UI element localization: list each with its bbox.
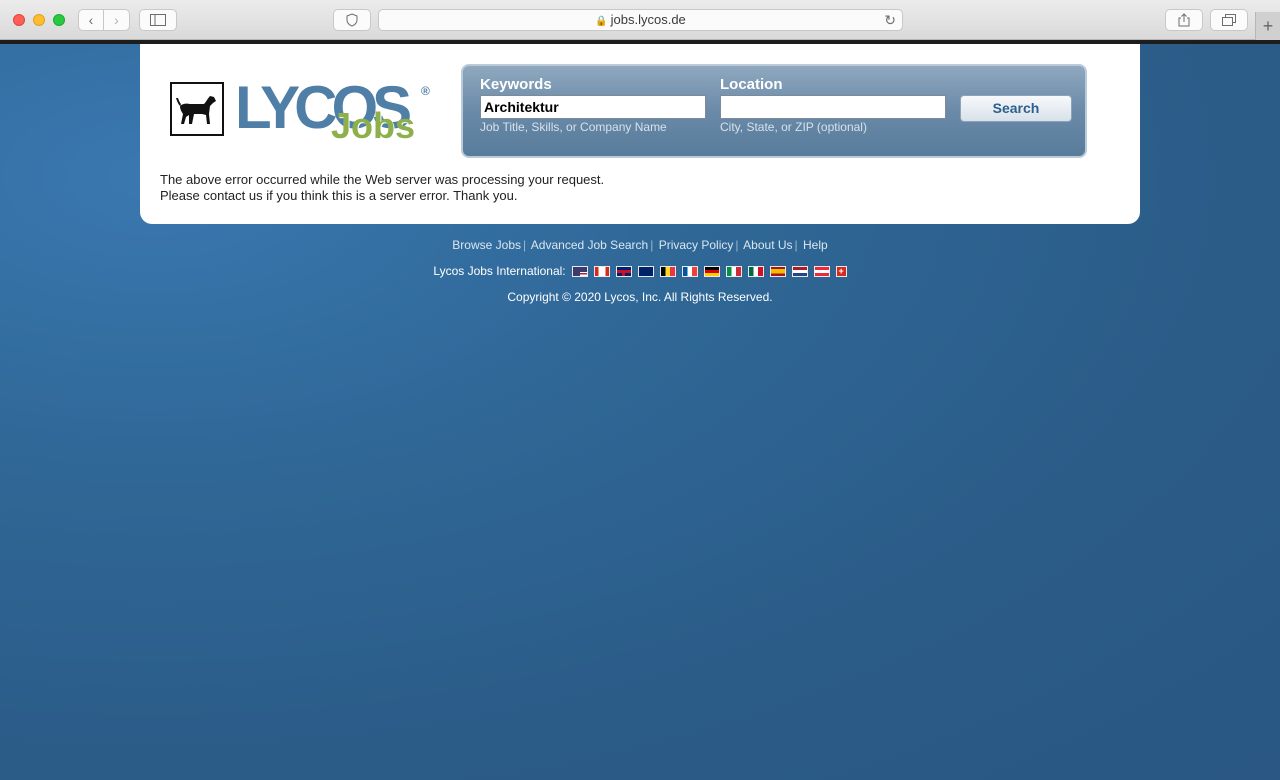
flag-mx-icon[interactable] [747,265,764,277]
footer-link-about-us[interactable]: About Us [743,238,792,252]
keywords-input[interactable] [480,95,706,119]
privacy-shield-button[interactable] [333,9,371,31]
sidebar-icon [150,14,166,26]
location-label: Location [720,76,783,93]
footer-link-advanced-search[interactable]: Advanced Job Search [531,238,648,252]
keywords-label: Keywords [480,76,552,93]
back-button[interactable]: ‹ [78,9,104,31]
flag-be-icon[interactable] [659,265,676,277]
sidebar-toggle-button[interactable] [139,9,177,31]
dog-icon [176,96,216,124]
shield-icon [346,13,358,27]
zoom-window-button[interactable] [53,14,65,26]
navigation-buttons: ‹ › [78,9,130,31]
error-line-1: The above error occurred while the Web s… [160,172,605,187]
url-text: jobs.lycos.de [610,12,686,27]
link-separator: | [523,238,527,252]
location-hint: City, State, or ZIP (optional) [720,120,867,134]
flag-ch-icon[interactable]: + [835,265,847,277]
location-input[interactable] [720,95,946,119]
copyright: Copyright © 2020 Lycos, Inc. All Rights … [507,290,773,304]
close-window-button[interactable] [13,14,25,26]
flag-ca-icon[interactable] [593,265,610,277]
tabs-icon [1222,14,1236,26]
link-separator: | [735,238,739,252]
footer-links: Browse Jobs | Advanced Job Search | Privac… [0,238,1280,252]
flag-uk-icon[interactable] [615,265,632,277]
lock-icon: 🔒 [595,16,608,27]
footer-link-help[interactable]: Help [803,238,828,252]
forward-button[interactable]: › [104,9,130,31]
footer-link-browse-jobs[interactable]: Browse Jobs [452,238,521,252]
flag-nl-icon[interactable] [791,265,808,277]
share-button[interactable] [1165,9,1203,31]
new-tab-button[interactable]: + [1255,12,1280,40]
plus-icon: + [1262,16,1274,36]
international-sites: Lycos Jobs International: + [0,264,1280,278]
registered-mark: ® [421,84,430,98]
reload-icon[interactable]: ↻ [884,10,896,30]
link-separator: | [794,238,798,252]
address-bar[interactable]: 🔒 jobs.lycos.de ↻ [378,9,903,31]
flag-es-icon[interactable] [769,265,786,277]
tabs-overview-button[interactable] [1210,9,1248,31]
keywords-hint: Job Title, Skills, or Company Name [480,120,667,134]
share-icon [1178,13,1190,27]
flag-fr-icon[interactable] [681,265,698,277]
flag-us-icon[interactable] [571,265,588,277]
chevron-right-icon: › [114,12,119,28]
footer-link-privacy-policy[interactable]: Privacy Policy [659,238,734,252]
search-button[interactable]: Search [960,95,1072,122]
lycos-jobs-logo[interactable]: LYCOS Jobs ® [235,76,435,152]
error-message: The above error occurred while the Web s… [160,172,604,204]
browser-toolbar: ‹ › 🔒 jobs.lycos.de ↻ + [0,0,1280,40]
flag-it-icon[interactable] [725,265,742,277]
flag-at-icon[interactable] [813,265,830,277]
chevron-left-icon: ‹ [88,12,94,28]
error-line-2: Please contact us if you think this is a… [160,188,518,203]
link-separator: | [650,238,654,252]
flag-de-icon[interactable] [703,265,720,277]
lycos-dog-logo[interactable] [170,82,224,136]
international-label: Lycos Jobs International: [433,264,566,278]
minimize-window-button[interactable] [33,14,45,26]
logo-jobs: Jobs [331,105,416,146]
flag-au-icon[interactable] [637,265,654,277]
